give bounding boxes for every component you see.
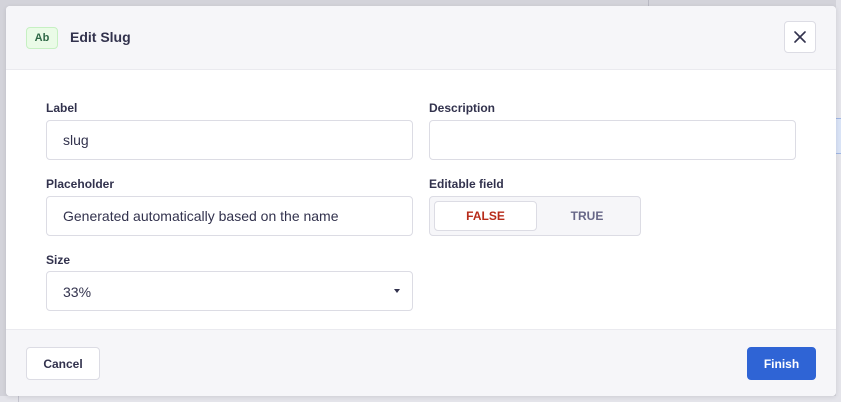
background-selected-row [836,118,841,154]
modal-header: Ab Edit Slug [6,6,836,70]
field-type-badge: Ab [26,27,58,49]
editable-toggle: FALSE TRUE [429,196,641,236]
size-select-value: 33% [63,284,92,300]
size-field-label: Size [46,253,71,267]
modal-body: Label slug Description Placeholder Gener… [6,70,836,329]
edit-field-modal: Ab Edit Slug Label slug Description Plac… [6,6,836,396]
close-icon [794,31,806,43]
modal-footer: Cancel Finish [6,329,836,396]
close-button[interactable] [784,21,816,53]
placeholder-field-label: Placeholder [46,177,115,191]
finish-button[interactable]: Finish [747,347,816,380]
label-input[interactable]: slug [46,120,413,160]
modal-title: Edit Slug [70,29,131,45]
editable-false-option[interactable]: FALSE [434,201,537,231]
background-content-bottom [0,396,841,402]
description-input[interactable] [429,120,796,160]
editable-true-option[interactable]: TRUE [538,201,636,231]
placeholder-input[interactable]: Generated automatically based on the nam… [46,196,413,236]
background-content-right [836,0,841,402]
cancel-button[interactable]: Cancel [26,347,100,380]
label-field-label: Label [46,101,78,115]
background-divider [18,396,19,402]
chevron-down-icon [394,289,400,293]
size-select[interactable]: 33% [46,271,413,311]
editable-field-label: Editable field [429,177,504,191]
description-field-label: Description [429,101,496,115]
